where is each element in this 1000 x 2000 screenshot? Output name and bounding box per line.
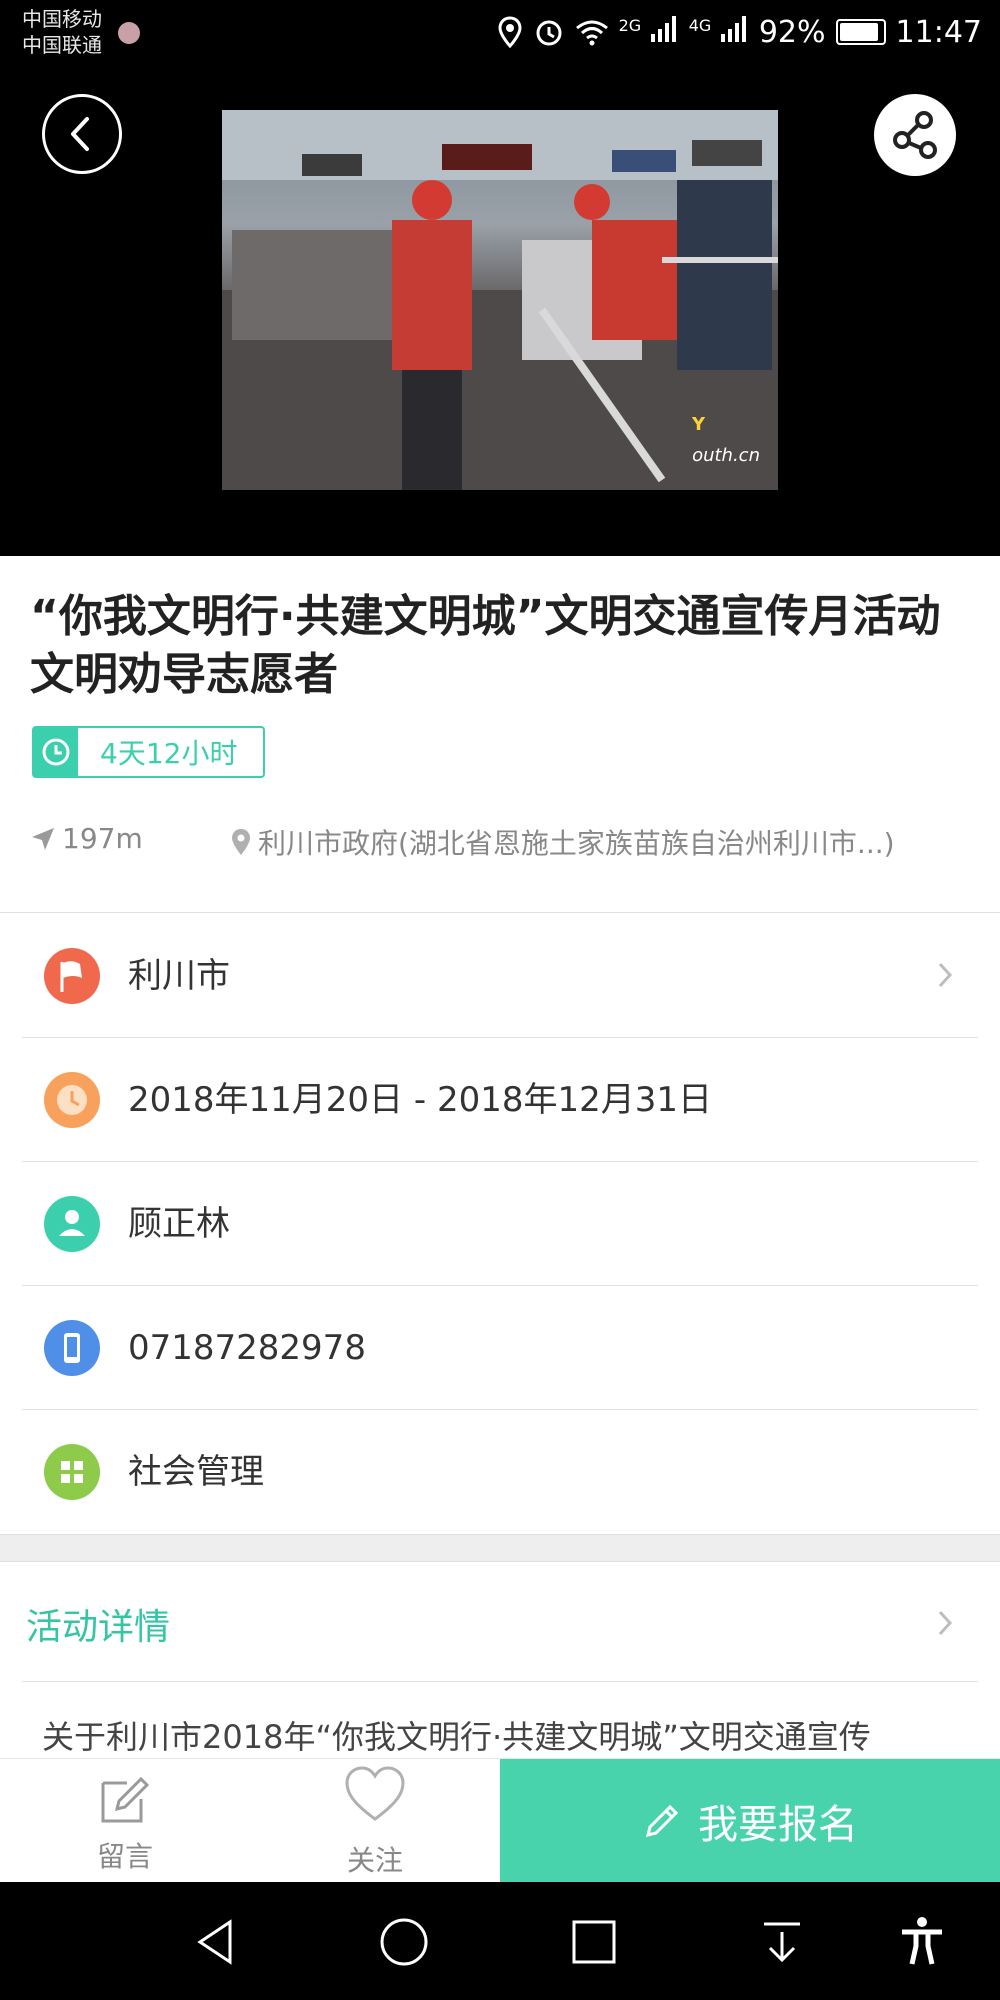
home-circle-icon[interactable] [374,1912,434,1972]
phone-icon [44,1320,100,1376]
event-title: “你我文明行·共建文明城”文明交通宣传月活动文明劝导志愿者 [30,591,941,700]
city-text: 利川市 [128,956,230,996]
carrier-info: 中国移动 中国联通 [22,6,102,58]
location-icon [498,16,522,48]
recents-square-icon[interactable] [564,1912,624,1972]
signal-icon [650,15,676,42]
divider [0,912,1000,913]
distance: 197m [30,822,143,855]
comment-button[interactable]: 留言 [0,1759,250,1883]
chevron-right-icon [938,962,953,988]
location-row: 197m 利川市政府(湖北省恩施土家族苗族自治州利川市...) [30,822,980,866]
back-button[interactable] [42,94,122,174]
follow-label: 关注 [346,1844,403,1877]
navigation-arrow-icon [32,827,54,850]
carrier-1: 中国移动 [22,7,102,31]
grid-icon [44,1444,100,1500]
info-row-contact: 顾正林 [22,1162,978,1286]
signup-button[interactable]: 我要报名 [500,1759,1000,1883]
info-list: 利川市 2018年11月20日 - 2018年12月31日 顾正林 071872… [22,914,978,1534]
status-bar: 中国移动 中国联通 2G 4G 92% 11:47 [0,0,1000,64]
flag-icon [44,948,100,1004]
wifi-icon [575,20,608,46]
duration-badge: 4天12小时 [32,726,266,778]
info-row-city[interactable]: 利川市 [22,914,978,1038]
phone-number: 07187282978 [128,1328,366,1368]
clock: 11:47 [895,14,982,50]
signal-icon [720,15,746,42]
chevron-right-icon [938,1610,953,1636]
system-navigation-bar [0,1882,1000,2000]
status-icons: 2G 4G 92% 11:47 [497,10,982,54]
signup-label: 我要报名 [698,1802,858,1848]
clock-icon [44,1072,100,1128]
person-icon [44,1196,100,1252]
edit-note-icon [101,1776,150,1823]
contact-name: 顾正林 [128,1204,230,1244]
svg-text:Y: Y [691,414,706,435]
follow-button[interactable]: 关注 [250,1759,500,1883]
info-row-category: 社会管理 [22,1410,978,1534]
comment-label: 留言 [96,1840,153,1873]
address-text: 利川市政府(湖北省恩施土家族苗族自治州利川市...) [258,827,895,860]
accessibility-icon[interactable] [892,1912,952,1972]
back-triangle-icon[interactable] [188,1912,248,1972]
distance-text: 197m [62,822,143,855]
details-preview: 关于利川市2018年“你我文明行·共建文明城”文明交通宣传 [42,1718,871,1756]
section-gap [0,1534,1000,1562]
network-4g: 4G [689,15,749,50]
network-2g: 2G [619,15,679,50]
chevron-left-icon [71,117,89,151]
battery-icon [835,19,886,45]
category-text: 社会管理 [128,1452,264,1492]
duration-text: 4天12小时 [100,737,238,770]
map-pin-icon [232,829,250,855]
station-scene-image: Y [222,110,778,490]
details-heading: 活动详情 [26,1607,171,1648]
info-row-phone[interactable]: 07187282978 [22,1286,978,1410]
info-row-date: 2018年11月20日 - 2018年12月31日 [22,1038,978,1162]
date-range-text: 2018年11月20日 - 2018年12月31日 [128,1080,712,1120]
heart-icon [345,1766,405,1821]
address[interactable]: 利川市政府(湖北省恩施土家族苗族自治州利川市...) [230,822,1000,862]
notification-pulldown-icon[interactable] [752,1912,812,1972]
clock-icon [34,728,78,776]
alarm-icon [536,20,562,46]
activity-details-header[interactable]: 活动详情 [22,1562,978,1682]
carrier-2: 中国联通 [22,33,102,57]
watermark: outh.cn [692,445,760,466]
battery-percent: 92% [758,14,826,50]
hero-area: Y outh.cn [0,64,1000,556]
share-icon [893,111,937,159]
share-button[interactable] [874,94,956,176]
bottom-action-bar: 留言 关注 我要报名 [0,1758,1000,1883]
pencil-icon [645,1804,679,1838]
notification-dot-icon [118,22,140,44]
event-photo: Y outh.cn [222,110,778,490]
